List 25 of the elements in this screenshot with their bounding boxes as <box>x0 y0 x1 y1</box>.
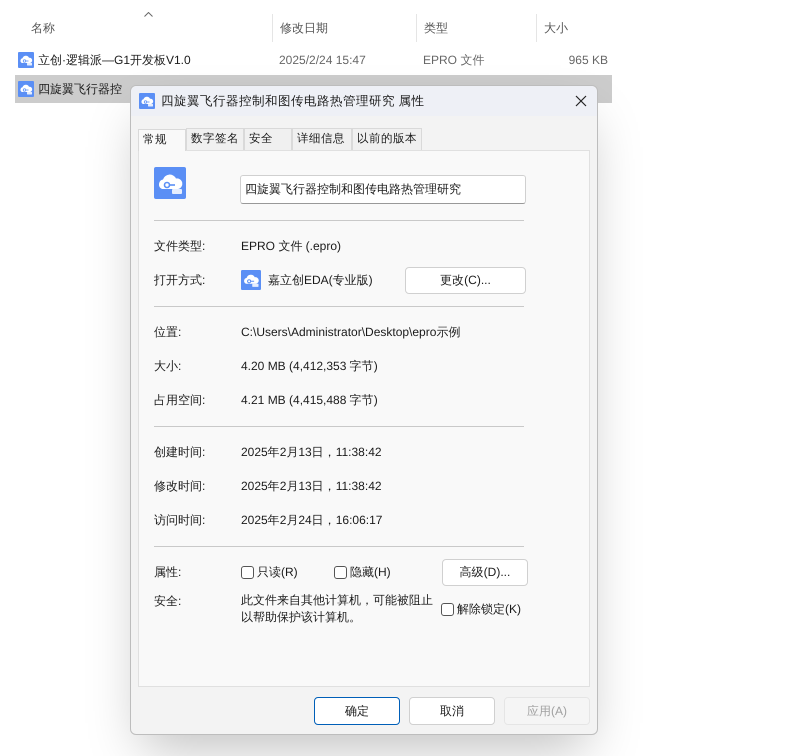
field-value: EPRO 文件 (.epro) <box>241 238 342 255</box>
field-label: 修改时间: <box>154 478 206 495</box>
field-label: 创建时间: <box>154 444 206 461</box>
field-label: 打开方式: <box>154 272 206 289</box>
file-size: 965 KB <box>568 52 608 69</box>
field-label: 文件类型: <box>154 238 206 255</box>
field-label: 位置: <box>154 324 182 341</box>
file-date: 2025/2/24 15:47 <box>279 53 366 67</box>
field-label: 访问时间: <box>154 512 206 529</box>
field-label: 安全: <box>154 593 182 610</box>
file-type: EPRO 文件 <box>423 53 484 67</box>
file-name: 立创·逻辑派—G1开发板V1.0 <box>38 52 191 69</box>
security-note: 此文件来自其他计算机，可能被阻止以帮助保护该计算机。 <box>241 592 434 626</box>
field-value: 4.21 MB (4,415,488 字节) <box>241 392 378 409</box>
field-value: 2025年2月13日，11:38:42 <box>241 444 382 461</box>
file-name: 四旋翼飞行器控 <box>38 81 122 98</box>
field-label: 大小: <box>154 358 182 375</box>
field-label: 属性: <box>154 564 182 581</box>
field-value: 2025年2月13日，11:38:42 <box>241 478 382 495</box>
field-value: 4.20 MB (4,412,353 字节) <box>241 358 378 375</box>
window-title: 四旋翼飞行器控制和图传电路热管理研究 属性 <box>161 92 426 110</box>
field-label: 占用空间: <box>154 392 206 409</box>
field-value: 嘉立创EDA(专业版) <box>268 272 373 289</box>
field-value: 2025年2月24日，16:06:17 <box>241 512 382 529</box>
field-value: C:\Users\Administrator\Desktop\epro示例 <box>241 324 460 341</box>
